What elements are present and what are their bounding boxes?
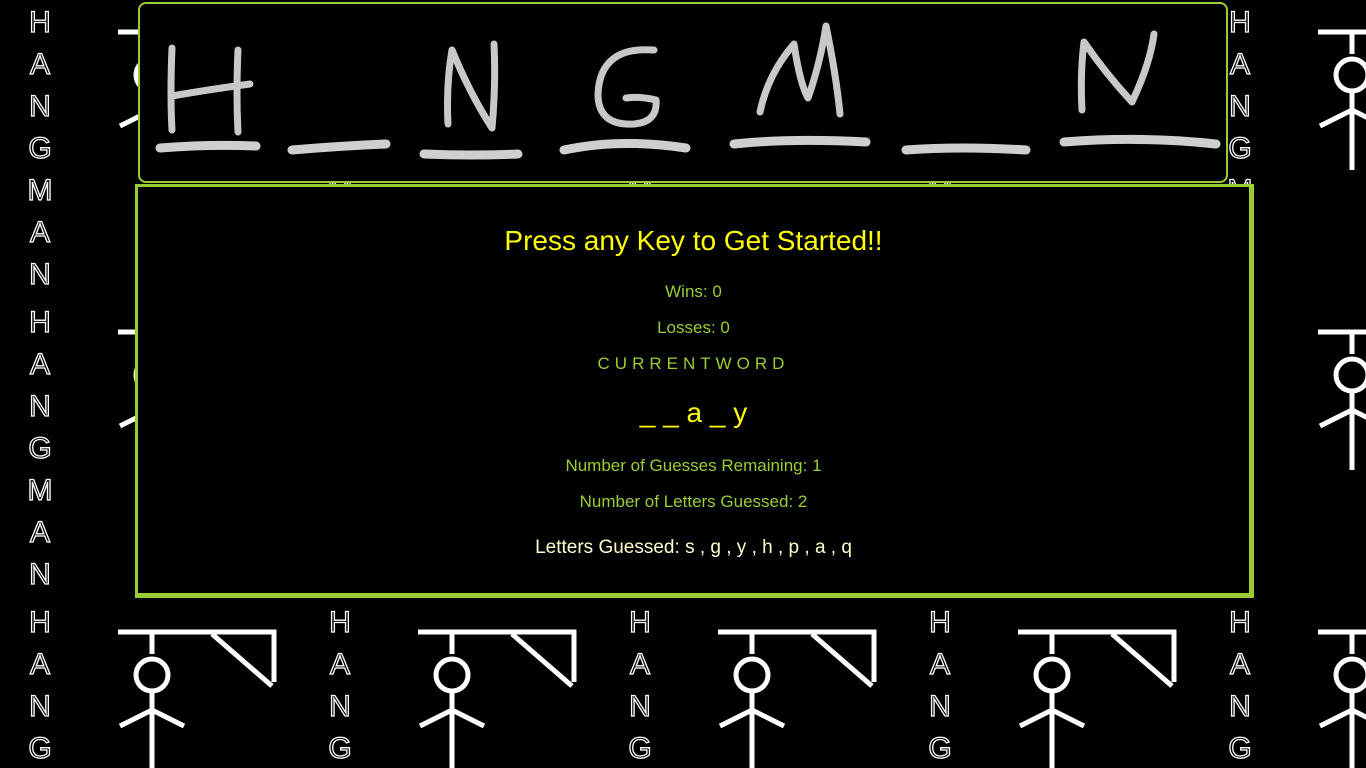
background-letter: N bbox=[29, 258, 51, 291]
background-letter: G bbox=[1228, 132, 1251, 165]
background-letter: G bbox=[628, 732, 651, 765]
title-letter-g bbox=[594, 46, 660, 128]
background-letter: G bbox=[328, 732, 351, 765]
background-letter: N bbox=[29, 390, 51, 423]
guesses-remaining: Number of Guesses Remaining: 1 bbox=[138, 456, 1249, 476]
background-letter: G bbox=[28, 432, 51, 465]
current-word-label: CURRENTWORD bbox=[597, 354, 790, 373]
title-letter-m bbox=[756, 22, 844, 118]
background-letter: A bbox=[1230, 48, 1250, 81]
title-letter-n1 bbox=[444, 40, 499, 132]
wins-counter: Wins: 0 bbox=[138, 282, 1249, 302]
title-underlines bbox=[155, 134, 1221, 160]
letters-guessed-list: s , g , y , h , p , a , q bbox=[685, 537, 852, 558]
guesses-remaining-label: Number of Guesses Remaining: bbox=[565, 456, 808, 475]
background-letter: N bbox=[29, 90, 51, 123]
background-letter: H bbox=[329, 606, 351, 639]
title-letter-h bbox=[167, 44, 254, 136]
losses-counter: Losses: 0 bbox=[138, 318, 1249, 338]
gallows-figure bbox=[118, 632, 274, 768]
background-letter: H bbox=[29, 306, 51, 339]
background-letter: A bbox=[30, 516, 50, 549]
background-letter: G bbox=[928, 732, 951, 765]
background-letter: G bbox=[1228, 732, 1251, 765]
background-letter: N bbox=[1229, 690, 1251, 723]
letters-guessed-label: Letters Guessed: bbox=[535, 537, 680, 558]
background-letter: A bbox=[1230, 648, 1250, 681]
background-letter: M bbox=[28, 174, 53, 207]
letters-guessed-count-value: 2 bbox=[797, 492, 808, 511]
background-letter: H bbox=[1229, 606, 1251, 639]
background-letter: A bbox=[30, 348, 50, 381]
letters-guessed-count-label: Number of Letters Guessed: bbox=[579, 492, 794, 511]
letters-guessed: Letters Guessed: s , g , y , h , p , a ,… bbox=[138, 537, 1249, 559]
background-letter: A bbox=[30, 648, 50, 681]
background-letter: A bbox=[30, 48, 50, 81]
letters-guessed-count: Number of Letters Guessed: 2 bbox=[138, 492, 1249, 512]
current-word: _ _ a _ y bbox=[639, 397, 748, 428]
background-letter: G bbox=[28, 732, 51, 765]
background-letter: N bbox=[329, 690, 351, 723]
background-letter: N bbox=[29, 558, 51, 591]
hangman-title-art bbox=[155, 22, 1221, 160]
gallows-figure bbox=[1318, 332, 1366, 470]
guesses-remaining-value: 1 bbox=[812, 456, 822, 475]
background-letter: H bbox=[629, 606, 651, 639]
background-letter: N bbox=[629, 690, 651, 723]
wins-label: Wins: bbox=[665, 282, 708, 301]
background-letter: G bbox=[28, 132, 51, 165]
background-letter: H bbox=[1229, 6, 1251, 39]
gallows-figure bbox=[1318, 632, 1366, 768]
gallows-figure bbox=[1018, 632, 1174, 768]
background-letter: H bbox=[929, 606, 951, 639]
background-letter: M bbox=[28, 474, 53, 507]
background-letter: N bbox=[1229, 90, 1251, 123]
losses-label: Losses: bbox=[657, 318, 716, 337]
game-panel: Press any Key to Get Started!! Wins: 0 L… bbox=[135, 184, 1254, 598]
gallows-figure bbox=[418, 632, 574, 768]
wins-value: 0 bbox=[712, 282, 722, 301]
title-banner bbox=[138, 2, 1228, 183]
gallows-figure bbox=[1318, 32, 1366, 170]
gallows-figure bbox=[718, 632, 874, 768]
background-letter: A bbox=[630, 648, 650, 681]
background-letter: A bbox=[330, 648, 350, 681]
background-letter: A bbox=[30, 216, 50, 249]
background-letter: H bbox=[29, 6, 51, 39]
background-letter: A bbox=[930, 648, 950, 681]
start-prompt: Press any Key to Get Started!! bbox=[504, 225, 883, 256]
losses-value: 0 bbox=[720, 318, 730, 337]
title-letter-n2 bbox=[1077, 30, 1158, 114]
background-letter: H bbox=[29, 606, 51, 639]
background-letter: N bbox=[929, 690, 951, 723]
background-letter: N bbox=[29, 690, 51, 723]
